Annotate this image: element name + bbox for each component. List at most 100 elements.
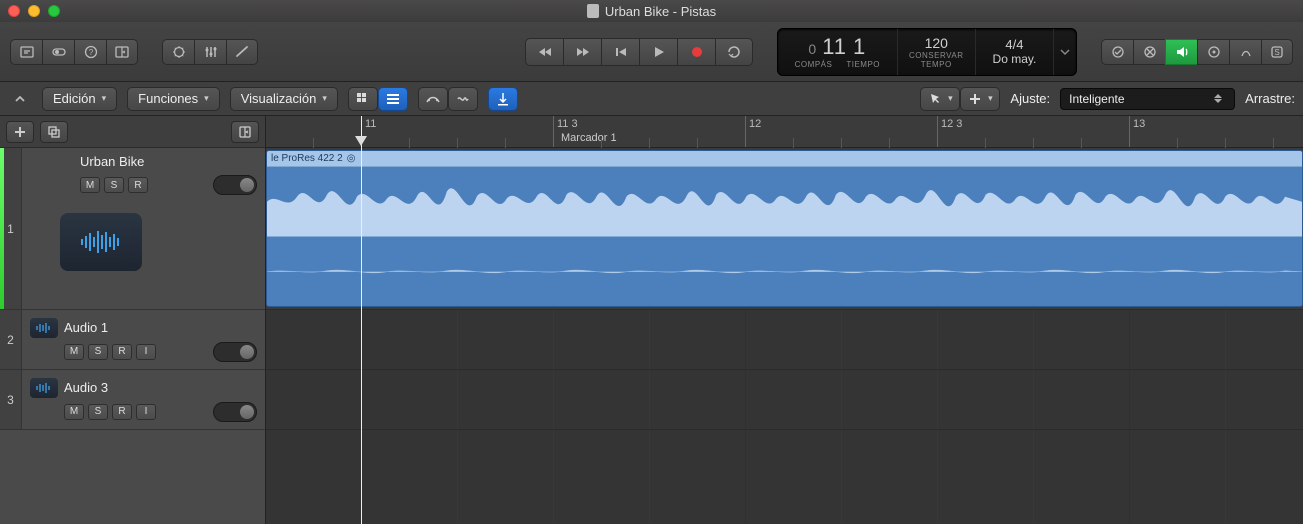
track-lane[interactable]: [266, 310, 1303, 370]
audio-region[interactable]: le ProRes 422 2 ◎: [266, 150, 1303, 307]
document-icon: [587, 4, 599, 18]
track-name[interactable]: Urban Bike: [80, 154, 257, 169]
library-button[interactable]: [10, 39, 42, 65]
snap-value: Inteligente: [1069, 92, 1124, 106]
solo-button[interactable]: S: [88, 404, 108, 420]
track-name[interactable]: Audio 3: [64, 380, 108, 395]
track-icon[interactable]: [60, 213, 142, 271]
record-button[interactable]: [677, 38, 715, 66]
track-number: 3: [0, 370, 22, 429]
cycle-button[interactable]: [715, 38, 753, 66]
track-number: 1: [0, 148, 22, 309]
play-button[interactable]: [639, 38, 677, 66]
lcd-tempo-label: TEMPO: [921, 60, 952, 69]
rewind-button[interactable]: [525, 38, 563, 66]
ruler-tick-label: 12: [749, 118, 761, 130]
record-enable-button[interactable]: R: [112, 404, 132, 420]
master-volume-button[interactable]: [1165, 39, 1197, 65]
editors-button[interactable]: [226, 39, 258, 65]
svg-text:?: ?: [88, 48, 93, 57]
track-headers-toolbar: [0, 116, 265, 148]
stereo-icon: ◎: [347, 153, 356, 164]
global-tracks-button[interactable]: [231, 121, 259, 143]
snap-select[interactable]: Inteligente: [1060, 88, 1235, 110]
region-name: le ProRes 422 2: [271, 153, 343, 164]
view-menu[interactable]: Visualización ▾: [230, 87, 338, 111]
chevron-down-icon: ▾: [948, 93, 953, 104]
edit-menu[interactable]: Edición▾: [42, 87, 117, 111]
toolbar-button[interactable]: [106, 39, 138, 65]
playhead[interactable]: [361, 116, 362, 524]
duplicate-track-button[interactable]: [40, 121, 68, 143]
arrange-area[interactable]: 11 11 3 12 12 3 13 /*minor ticks drawn v…: [266, 116, 1303, 524]
track-icon[interactable]: [30, 378, 58, 398]
track-name[interactable]: Audio 1: [64, 320, 108, 335]
grid-view-button[interactable]: [348, 87, 378, 111]
track-header[interactable]: 2 Audio 1 M S R I: [0, 310, 265, 370]
lcd-tempo-value: 120: [925, 35, 948, 51]
track-on-off-toggle[interactable]: [213, 402, 257, 422]
left-click-tool[interactable]: ▾: [920, 87, 960, 111]
track-on-off-toggle[interactable]: [213, 175, 257, 195]
snap-label: Ajuste:: [1010, 91, 1050, 106]
flex-button[interactable]: [448, 87, 478, 111]
minimize-window-button[interactable]: [28, 5, 40, 17]
add-track-button[interactable]: [6, 121, 34, 143]
media-button[interactable]: S: [1261, 39, 1293, 65]
lcd-tiempo-label: TIEMPO: [846, 60, 880, 69]
track-icon[interactable]: [30, 318, 58, 338]
chevron-down-icon: ▾: [204, 93, 209, 104]
functions-menu[interactable]: Funciones▾: [127, 87, 220, 111]
ruler-tick-label: 13: [1133, 118, 1145, 130]
list-view-button[interactable]: [378, 87, 408, 111]
list-editors-button[interactable]: [1101, 39, 1133, 65]
record-enable-button[interactable]: R: [128, 177, 148, 193]
smart-controls-button[interactable]: [162, 39, 194, 65]
track-header[interactable]: 1 Urban Bike M S R: [0, 148, 265, 310]
track-lane[interactable]: [266, 370, 1303, 430]
loops-button[interactable]: [1197, 39, 1229, 65]
ruler[interactable]: 11 11 3 12 12 3 13 /*minor ticks drawn v…: [266, 116, 1303, 148]
catch-playhead-button[interactable]: [488, 87, 518, 111]
view-mode-group: [348, 87, 408, 111]
mute-button[interactable]: M: [80, 177, 100, 193]
track-header[interactable]: 3 Audio 3 M S R I: [0, 370, 265, 430]
mute-button[interactable]: M: [64, 404, 84, 420]
chevron-down-icon: ▾: [322, 93, 327, 104]
fullscreen-window-button[interactable]: [48, 5, 60, 17]
notes-button[interactable]: [1133, 39, 1165, 65]
mixer-button[interactable]: [194, 39, 226, 65]
close-window-button[interactable]: [8, 5, 20, 17]
marker-label[interactable]: Marcador 1: [561, 132, 617, 144]
window-controls: [8, 5, 60, 17]
mute-button[interactable]: M: [64, 344, 84, 360]
right-tools-group: S: [1101, 39, 1293, 65]
lcd-display[interactable]: 0 11 1 COMPÁS TIEMPO 120 CONSERVAR TEMPO…: [777, 28, 1077, 76]
ruler-tick-label: 12 3: [941, 118, 962, 130]
collapse-button[interactable]: [8, 88, 32, 110]
inspector-button[interactable]: [42, 39, 74, 65]
solo-button[interactable]: S: [104, 177, 124, 193]
stop-go-to-start-button[interactable]: [601, 38, 639, 66]
quick-help-button[interactable]: ?: [74, 39, 106, 65]
solo-button[interactable]: S: [88, 344, 108, 360]
forward-button[interactable]: [563, 38, 601, 66]
input-monitor-button[interactable]: I: [136, 404, 156, 420]
tuner-button[interactable]: [1229, 39, 1261, 65]
view-menu-label: Visualización: [241, 91, 317, 106]
cmd-click-tool[interactable]: ▾: [960, 87, 1000, 111]
main-area: 1 Urban Bike M S R: [0, 116, 1303, 524]
automation-button[interactable]: [418, 87, 448, 111]
input-monitor-button[interactable]: I: [136, 344, 156, 360]
lcd-mode-menu[interactable]: [1054, 29, 1076, 75]
transport-controls: [525, 38, 753, 66]
ruler-tick-label: 11 3: [557, 118, 578, 130]
lcd-prefix-zero: 0: [808, 41, 816, 57]
track-lane[interactable]: le ProRes 422 2 ◎: [266, 148, 1303, 310]
lcd-beat: 1: [853, 34, 866, 60]
tracks-canvas[interactable]: le ProRes 422 2 ◎: [266, 148, 1303, 524]
record-enable-button[interactable]: R: [112, 344, 132, 360]
track-on-off-toggle[interactable]: [213, 342, 257, 362]
svg-text:S: S: [1274, 48, 1279, 57]
drag-label: Arrastre:: [1245, 91, 1295, 106]
